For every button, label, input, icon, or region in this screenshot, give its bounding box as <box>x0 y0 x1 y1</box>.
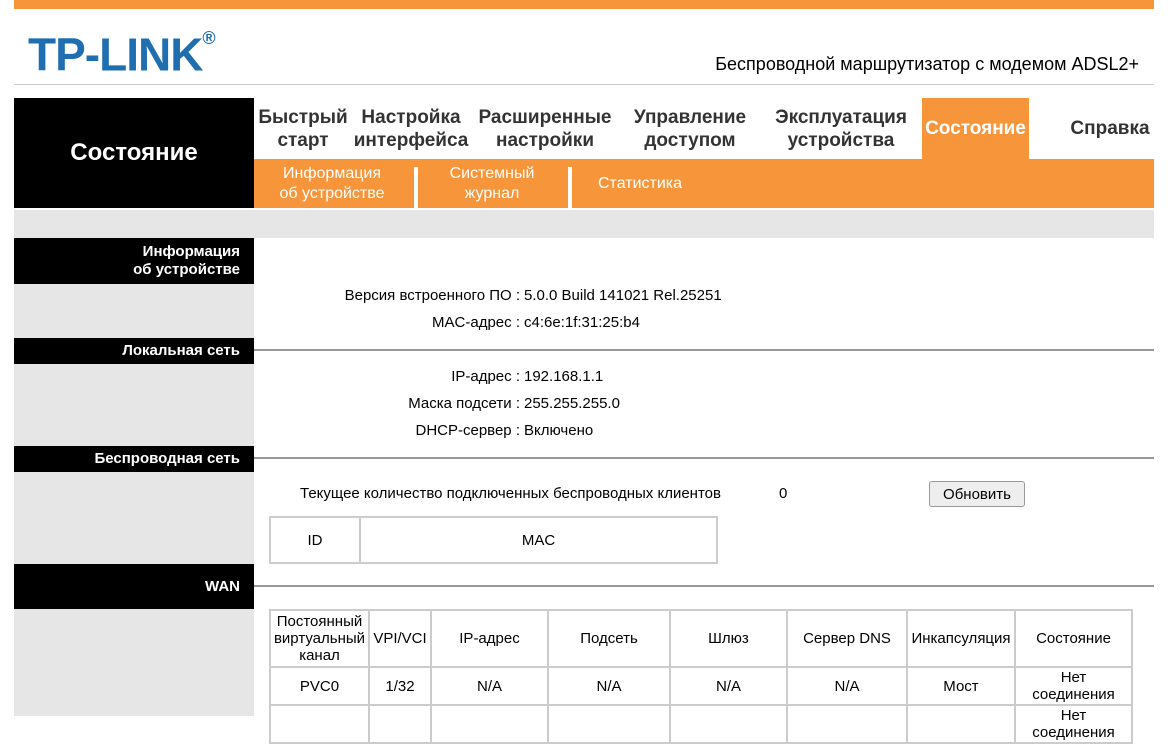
product-name: Беспроводной маршрутизатор с модемом ADS… <box>715 54 1139 74</box>
current-section-title: Состояние <box>14 98 254 208</box>
lan-ip-value: 192.168.1.1 <box>524 368 604 385</box>
cell-encapsulation <box>908 706 1014 742</box>
column-header-ip: IP-адрес <box>432 611 547 666</box>
subnet-mask-value: 255.255.255.0 <box>524 395 620 412</box>
column-header-dns: Сервер DNS <box>788 611 906 666</box>
column-header-state: Состояние <box>1016 611 1131 666</box>
table-row: PVC0 1/32 N/A N/A N/A N/A Мост Нет соеди… <box>271 668 1131 704</box>
left-column <box>14 238 254 716</box>
top-accent-bar <box>14 0 1154 9</box>
cell-pvc <box>271 706 368 742</box>
main-nav: Быстрый старт Настройка интерфейса Расши… <box>254 98 1154 159</box>
tab-maintenance[interactable]: Эксплуатация устройства <box>760 98 922 159</box>
column-header-mac: MAC <box>361 518 716 562</box>
subtab-device-info[interactable]: Информация об устройстве <box>264 159 400 208</box>
cell-dns: N/A <box>788 668 906 704</box>
firmware-value: 5.0.0 Build 141021 Rel.25251 <box>524 287 722 304</box>
cell-gateway <box>671 706 786 742</box>
section-wan-title: WAN <box>14 564 254 609</box>
subnet-mask-label: Маска подсети : <box>408 395 520 412</box>
gray-strip <box>14 210 1154 238</box>
cell-subnet <box>549 706 669 742</box>
cell-gateway: N/A <box>671 668 786 704</box>
dhcp-label: DHCP-сервер : <box>415 422 520 439</box>
tab-advanced-setup[interactable]: Расширенные настройки <box>470 98 620 159</box>
cell-subnet: N/A <box>549 668 669 704</box>
subnav-divider <box>414 167 418 208</box>
cell-pvc: PVC0 <box>271 668 368 704</box>
tab-interface-setup[interactable]: Настройка интерфейса <box>352 98 470 159</box>
column-header-id: ID <box>271 518 359 562</box>
column-header-vpi-vci: VPI/VCI <box>370 611 430 666</box>
section-wireless-line <box>254 457 1154 459</box>
wireless-clients-table: ID MAC <box>269 516 718 564</box>
tab-access-management[interactable]: Управление доступом <box>620 98 760 159</box>
cell-encapsulation: Мост <box>908 668 1014 704</box>
header-divider <box>14 84 1154 85</box>
column-header-encapsulation: Инкапсуляция <box>908 611 1014 666</box>
cell-ip <box>432 706 547 742</box>
subtab-system-log[interactable]: Системный журнал <box>424 159 560 208</box>
tp-link-logo: TP-LINK® <box>28 28 216 81</box>
cell-ip: N/A <box>432 668 547 704</box>
section-wan-line <box>254 585 1154 587</box>
wireless-clients-label: Текущее количество подключенных беспрово… <box>300 485 721 502</box>
cell-vpi-vci: 1/32 <box>370 668 430 704</box>
column-header-subnet: Подсеть <box>549 611 669 666</box>
section-wireless-title: Беспроводная сеть <box>14 446 254 472</box>
firmware-label: Версия встроенного ПО : <box>344 287 520 304</box>
cell-state: Нет соединения <box>1016 706 1131 742</box>
tab-quick-start[interactable]: Быстрый старт <box>254 98 352 159</box>
column-header-gateway: Шлюз <box>671 611 786 666</box>
cell-vpi-vci <box>370 706 430 742</box>
cell-dns <box>788 706 906 742</box>
wireless-clients-count: 0 <box>779 485 788 502</box>
column-header-pvc: Постоянный виртуальный канал <box>271 611 368 666</box>
subnav-divider <box>568 167 572 208</box>
section-device-info-title: Информация об устройстве <box>14 238 254 284</box>
cell-state: Нет соединения <box>1016 668 1131 704</box>
wan-table: Постоянный виртуальный канал VPI/VCI IP-… <box>269 609 1133 744</box>
section-lan-line <box>254 349 1154 351</box>
sub-nav: Информация об устройстве Системный журна… <box>254 159 1154 208</box>
tab-help[interactable]: Справка <box>1052 98 1168 159</box>
tab-status[interactable]: Состояние <box>922 98 1029 159</box>
lan-ip-label: IP-адрес : <box>451 368 520 385</box>
dhcp-value: Включено <box>524 422 594 439</box>
table-row: Нет соединения <box>271 706 1131 742</box>
refresh-button[interactable]: Обновить <box>929 481 1025 507</box>
mac-label: MAC-адрес : <box>432 314 520 331</box>
section-lan-title: Локальная сеть <box>14 338 254 364</box>
mac-value: c4:6e:1f:31:25:b4 <box>524 314 640 331</box>
subtab-statistics[interactable]: Статистика <box>578 159 702 208</box>
